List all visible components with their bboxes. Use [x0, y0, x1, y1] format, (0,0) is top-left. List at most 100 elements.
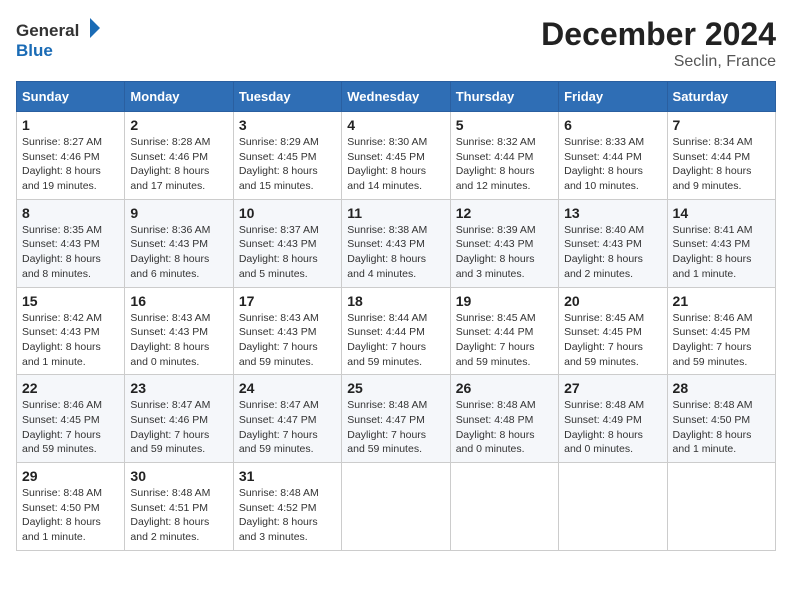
- day-number: 2: [130, 117, 227, 133]
- day-info: Sunrise: 8:48 AM Sunset: 4:50 PM Dayligh…: [673, 398, 770, 457]
- week-row-1: 1 Sunrise: 8:27 AM Sunset: 4:46 PM Daylig…: [17, 112, 776, 200]
- column-header-friday: Friday: [559, 82, 667, 112]
- day-info: Sunrise: 8:27 AM Sunset: 4:46 PM Dayligh…: [22, 135, 119, 194]
- day-cell: 17Sunrise: 8:43 AM Sunset: 4:43 PM Dayli…: [233, 287, 341, 375]
- day-info: Sunrise: 8:47 AM Sunset: 4:46 PM Dayligh…: [130, 398, 227, 457]
- day-number: 21: [673, 293, 770, 309]
- day-cell: 1 Sunrise: 8:27 AM Sunset: 4:46 PM Daylig…: [17, 112, 125, 200]
- day-number: 1: [22, 117, 119, 133]
- day-cell: 7 Sunrise: 8:34 AM Sunset: 4:44 PM Daylig…: [667, 112, 775, 200]
- day-cell: 16 Sunrise: 8:43 AM Sunset: 4:43 PM Dayli…: [125, 287, 233, 375]
- day-cell: 29 Sunrise: 8:48 AM Sunset: 4:50 PM Dayli…: [17, 463, 125, 551]
- day-number: 5: [456, 117, 553, 133]
- day-number: 29: [22, 468, 119, 484]
- day-number: 9: [130, 205, 227, 221]
- week-row-3: 15 Sunrise: 8:42 AM Sunset: 4:43 PM Dayli…: [17, 287, 776, 375]
- column-header-thursday: Thursday: [450, 82, 558, 112]
- day-info: Sunrise: 8:43 AM Sunset: 4:43 PM Dayligh…: [239, 311, 336, 370]
- day-cell: 2Sunrise: 8:28 AM Sunset: 4:46 PM Daylig…: [125, 112, 233, 200]
- week-row-5: 29 Sunrise: 8:48 AM Sunset: 4:50 PM Dayli…: [17, 463, 776, 551]
- calendar-table: SundayMondayTuesdayWednesdayThursdayFrid…: [16, 81, 776, 551]
- day-cell: 6Sunrise: 8:33 AM Sunset: 4:44 PM Daylig…: [559, 112, 667, 200]
- day-cell: 11 Sunrise: 8:38 AM Sunset: 4:43 PM Dayli…: [342, 199, 450, 287]
- day-cell: 5 Sunrise: 8:32 AM Sunset: 4:44 PM Daylig…: [450, 112, 558, 200]
- svg-text:Blue: Blue: [16, 41, 53, 60]
- day-info: Sunrise: 8:46 AM Sunset: 4:45 PM Dayligh…: [22, 398, 119, 457]
- day-info: Sunrise: 8:39 AM Sunset: 4:43 PM Dayligh…: [456, 223, 553, 282]
- day-number: 12: [456, 205, 553, 221]
- day-info: Sunrise: 8:48 AM Sunset: 4:52 PM Dayligh…: [239, 486, 336, 545]
- day-info: Sunrise: 8:38 AM Sunset: 4:43 PM Dayligh…: [347, 223, 444, 282]
- day-cell: 10 Sunrise: 8:37 AM Sunset: 4:43 PM Dayli…: [233, 199, 341, 287]
- day-info: Sunrise: 8:42 AM Sunset: 4:43 PM Dayligh…: [22, 311, 119, 370]
- day-number: 23: [130, 380, 227, 396]
- day-cell: [667, 463, 775, 551]
- day-info: Sunrise: 8:48 AM Sunset: 4:47 PM Dayligh…: [347, 398, 444, 457]
- column-header-tuesday: Tuesday: [233, 82, 341, 112]
- day-cell: 21 Sunrise: 8:46 AM Sunset: 4:45 PM Dayli…: [667, 287, 775, 375]
- day-number: 30: [130, 468, 227, 484]
- day-cell: 24Sunrise: 8:47 AM Sunset: 4:47 PM Dayli…: [233, 375, 341, 463]
- page-title: December 2024: [541, 16, 776, 53]
- title-block: December 2024 Seclin, France: [541, 16, 776, 71]
- day-number: 25: [347, 380, 444, 396]
- day-info: Sunrise: 8:48 AM Sunset: 4:51 PM Dayligh…: [130, 486, 227, 545]
- day-info: Sunrise: 8:45 AM Sunset: 4:44 PM Dayligh…: [456, 311, 553, 370]
- day-cell: 19 Sunrise: 8:45 AM Sunset: 4:44 PM Dayli…: [450, 287, 558, 375]
- day-number: 14: [673, 205, 770, 221]
- day-cell: 15 Sunrise: 8:42 AM Sunset: 4:43 PM Dayli…: [17, 287, 125, 375]
- page-header: General Blue December 2024 Seclin, Franc…: [16, 16, 776, 71]
- day-info: Sunrise: 8:36 AM Sunset: 4:43 PM Dayligh…: [130, 223, 227, 282]
- day-info: Sunrise: 8:34 AM Sunset: 4:44 PM Dayligh…: [673, 135, 770, 194]
- day-number: 27: [564, 380, 661, 396]
- day-number: 16: [130, 293, 227, 309]
- day-number: 3: [239, 117, 336, 133]
- day-cell: 12 Sunrise: 8:39 AM Sunset: 4:43 PM Dayli…: [450, 199, 558, 287]
- calendar-header-row: SundayMondayTuesdayWednesdayThursdayFrid…: [17, 82, 776, 112]
- day-info: Sunrise: 8:32 AM Sunset: 4:44 PM Dayligh…: [456, 135, 553, 194]
- column-header-wednesday: Wednesday: [342, 82, 450, 112]
- day-cell: 23 Sunrise: 8:47 AM Sunset: 4:46 PM Dayli…: [125, 375, 233, 463]
- day-number: 11: [347, 205, 444, 221]
- day-info: Sunrise: 8:40 AM Sunset: 4:43 PM Dayligh…: [564, 223, 661, 282]
- column-header-monday: Monday: [125, 82, 233, 112]
- day-cell: 26Sunrise: 8:48 AM Sunset: 4:48 PM Dayli…: [450, 375, 558, 463]
- day-number: 13: [564, 205, 661, 221]
- day-number: 24: [239, 380, 336, 396]
- day-cell: 9 Sunrise: 8:36 AM Sunset: 4:43 PM Daylig…: [125, 199, 233, 287]
- day-number: 10: [239, 205, 336, 221]
- day-number: 22: [22, 380, 119, 396]
- day-cell: [559, 463, 667, 551]
- day-info: Sunrise: 8:30 AM Sunset: 4:45 PM Dayligh…: [347, 135, 444, 194]
- day-info: Sunrise: 8:45 AM Sunset: 4:45 PM Dayligh…: [564, 311, 661, 370]
- day-cell: 25 Sunrise: 8:48 AM Sunset: 4:47 PM Dayli…: [342, 375, 450, 463]
- day-cell: 4Sunrise: 8:30 AM Sunset: 4:45 PM Daylig…: [342, 112, 450, 200]
- day-info: Sunrise: 8:37 AM Sunset: 4:43 PM Dayligh…: [239, 223, 336, 282]
- day-info: Sunrise: 8:29 AM Sunset: 4:45 PM Dayligh…: [239, 135, 336, 194]
- day-number: 19: [456, 293, 553, 309]
- day-number: 7: [673, 117, 770, 133]
- day-cell: [342, 463, 450, 551]
- day-cell: 8Sunrise: 8:35 AM Sunset: 4:43 PM Daylig…: [17, 199, 125, 287]
- day-number: 28: [673, 380, 770, 396]
- day-number: 31: [239, 468, 336, 484]
- day-cell: 28 Sunrise: 8:48 AM Sunset: 4:50 PM Dayli…: [667, 375, 775, 463]
- week-row-2: 8Sunrise: 8:35 AM Sunset: 4:43 PM Daylig…: [17, 199, 776, 287]
- day-cell: 18 Sunrise: 8:44 AM Sunset: 4:44 PM Dayli…: [342, 287, 450, 375]
- day-info: Sunrise: 8:43 AM Sunset: 4:43 PM Dayligh…: [130, 311, 227, 370]
- column-header-saturday: Saturday: [667, 82, 775, 112]
- day-number: 18: [347, 293, 444, 309]
- day-info: Sunrise: 8:44 AM Sunset: 4:44 PM Dayligh…: [347, 311, 444, 370]
- day-number: 20: [564, 293, 661, 309]
- day-info: Sunrise: 8:46 AM Sunset: 4:45 PM Dayligh…: [673, 311, 770, 370]
- day-number: 26: [456, 380, 553, 396]
- page-subtitle: Seclin, France: [541, 53, 776, 71]
- day-number: 15: [22, 293, 119, 309]
- day-info: Sunrise: 8:48 AM Sunset: 4:50 PM Dayligh…: [22, 486, 119, 545]
- week-row-4: 22 Sunrise: 8:46 AM Sunset: 4:45 PM Dayli…: [17, 375, 776, 463]
- day-cell: 3 Sunrise: 8:29 AM Sunset: 4:45 PM Daylig…: [233, 112, 341, 200]
- day-cell: 13 Sunrise: 8:40 AM Sunset: 4:43 PM Dayli…: [559, 199, 667, 287]
- day-cell: 20 Sunrise: 8:45 AM Sunset: 4:45 PM Dayli…: [559, 287, 667, 375]
- day-info: Sunrise: 8:48 AM Sunset: 4:49 PM Dayligh…: [564, 398, 661, 457]
- day-number: 8: [22, 205, 119, 221]
